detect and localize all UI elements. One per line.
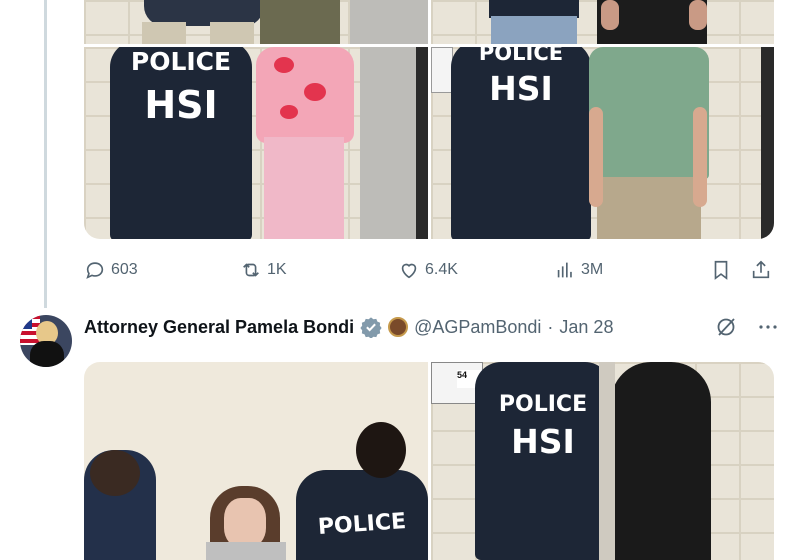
views-button[interactable]: 3M [554,256,603,284]
photo-hsi-agent-green-shirt[interactable]: POLICE HSI [431,47,774,239]
photo-hsi-agent-black-abaya[interactable]: 54 POLICE HSI [431,362,774,560]
grok-icon[interactable] [714,315,738,339]
author-avatar[interactable] [20,315,72,367]
photo-top-left-strip[interactable] [84,0,428,44]
photo-top-right-strip[interactable] [431,0,774,44]
reply-count: 603 [111,261,138,278]
tweet-date[interactable]: Jan 28 [559,317,613,338]
thread-connector-line [44,0,47,308]
repost-arrows-icon [243,263,259,277]
like-button[interactable]: 6.4K [398,256,458,284]
jacket-label-police: POLICE [317,508,407,541]
heart-icon [401,263,417,279]
photo-hsi-agent-pink-outfit[interactable]: POLICE HSI [84,47,428,239]
bar-chart-icon [557,262,572,278]
jacket-label-hsi: HSI [489,69,553,108]
comment-bubble-icon [86,262,104,279]
author-name[interactable]: Attorney General Pamela Bondi [84,317,354,338]
header-separator: · [547,316,554,337]
photo-agents-and-young-woman[interactable]: POLICE [84,362,428,560]
reply-button[interactable]: 603 [84,256,138,284]
repost-button[interactable]: 1K [240,256,287,284]
tweet-header-icons [714,314,780,340]
jacket-label-police: POLICE [130,47,232,76]
more-dots-icon[interactable] [756,315,780,339]
view-count: 3M [581,261,604,278]
jacket-label-hsi: HSI [144,83,218,127]
doj-seal-icon [388,317,409,337]
author-handle[interactable]: @AGPamBondi [414,317,541,338]
verified-badge-icon [360,317,382,338]
tweet-action-bar: 603 1K 6.4K 3M [84,256,774,284]
share-button[interactable] [750,256,772,284]
jacket-label-hsi: HSI [511,422,575,461]
tweet-header: Attorney General Pamela Bondi @AGPamBond… [84,314,613,340]
jacket-label-police: POLICE [478,47,564,65]
repost-count: 1K [267,261,287,278]
share-upload-icon [752,260,770,279]
jacket-label-police: POLICE [498,392,588,417]
bookmark-icon [714,260,728,280]
like-count: 6.4K [425,261,458,278]
bookmark-button[interactable] [710,256,732,284]
